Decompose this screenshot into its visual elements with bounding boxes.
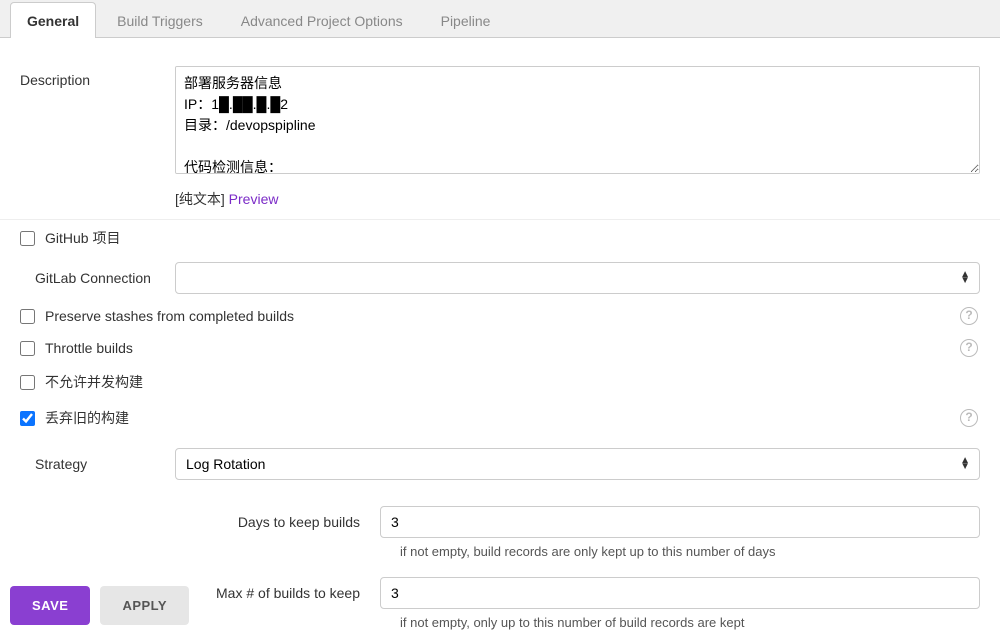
gitlab-connection-label: GitLab Connection	[20, 270, 175, 286]
plain-text-hint: [纯文本]	[175, 191, 225, 207]
save-button[interactable]: SAVE	[10, 586, 90, 625]
footer-actions: SAVE APPLY	[0, 578, 199, 633]
help-icon[interactable]: ?	[960, 339, 978, 357]
description-label: Description	[20, 66, 175, 88]
github-project-label[interactable]: GitHub 项目	[45, 228, 120, 248]
throttle-builds-checkbox[interactable]	[20, 341, 35, 356]
tab-general[interactable]: General	[10, 2, 96, 38]
throttle-builds-label[interactable]: Throttle builds	[45, 340, 133, 356]
github-project-checkbox[interactable]	[20, 231, 35, 246]
help-icon[interactable]: ?	[960, 409, 978, 427]
strategy-label: Strategy	[20, 456, 175, 472]
general-form: Description [纯文本] Preview GitHub 项目 GitL…	[0, 38, 1000, 642]
strategy-select[interactable]: Log Rotation	[175, 448, 980, 480]
days-to-keep-label: Days to keep builds	[40, 514, 380, 530]
help-icon[interactable]: ?	[960, 307, 978, 325]
discard-old-builds-label[interactable]: 丢弃旧的构建	[45, 408, 129, 428]
tab-build-triggers[interactable]: Build Triggers	[100, 2, 220, 38]
config-tabs: General Build Triggers Advanced Project …	[0, 0, 1000, 38]
tab-pipeline[interactable]: Pipeline	[424, 2, 508, 38]
apply-button[interactable]: APPLY	[100, 586, 189, 625]
preserve-stashes-label[interactable]: Preserve stashes from completed builds	[45, 308, 294, 324]
disallow-concurrent-checkbox[interactable]	[20, 375, 35, 390]
gitlab-connection-select[interactable]	[175, 262, 980, 294]
days-to-keep-hint: if not empty, build records are only kep…	[20, 538, 1000, 571]
description-textarea[interactable]	[175, 66, 980, 174]
tab-advanced-project-options[interactable]: Advanced Project Options	[224, 2, 420, 38]
preview-link[interactable]: Preview	[229, 191, 279, 207]
discard-old-builds-checkbox[interactable]	[20, 411, 35, 426]
max-builds-input[interactable]	[380, 577, 980, 609]
disallow-concurrent-label[interactable]: 不允许并发构建	[45, 372, 143, 392]
preserve-stashes-checkbox[interactable]	[20, 309, 35, 324]
days-to-keep-input[interactable]	[380, 506, 980, 538]
